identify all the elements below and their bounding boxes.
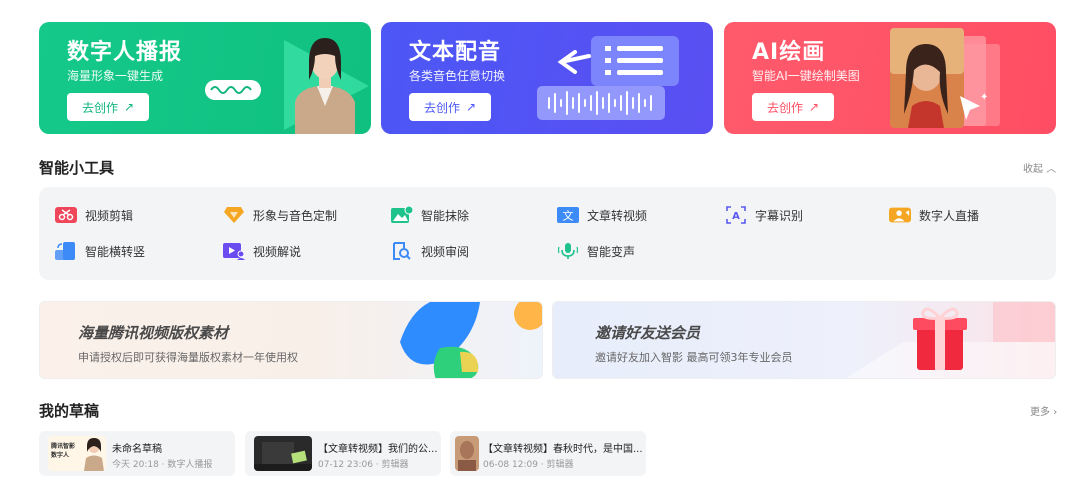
create-button[interactable]: 去创作 ↗ [752,93,834,121]
create-button-label: 去创作 [81,100,118,115]
copyright-material-banner[interactable]: 海量腾讯视频版权素材 申请授权后即可获得海量版权素材一年使用权 [39,301,543,379]
tools-panel: 视频剪辑 形象与音色定制 智能抹除 文 文章转视频 A 字幕识别 数字人直播 智… [39,187,1056,280]
svg-text:文: 文 [563,209,574,223]
ai-portrait-illustration: ✦ [890,28,1000,128]
svg-text:✦: ✦ [980,92,988,103]
card-subtitle: 智能AI一键绘制美图 [752,69,860,83]
card-title: 文本配音 [409,40,502,65]
gift-box-decoration [846,302,1055,378]
draft-title: 【文章转视频】春秋时代，是中国... [483,444,643,455]
tool-avatar-voice-custom[interactable]: 形象与音色定制 [223,206,337,224]
card-title: AI绘画 [752,40,826,65]
text-dubbing-card[interactable]: 文本配音 各类音色任意切换 去创作 ↗ [381,22,713,134]
create-button-label: 去创作 [766,100,803,115]
card-subtitle: 各类音色任意切换 [409,69,506,83]
tool-label: 视频解说 [253,244,302,259]
banner-title: 海量腾讯视频版权素材 [78,324,229,342]
tool-label: 智能抹除 [421,208,470,223]
draft-thumbnail [254,436,312,471]
tool-subtitle-recognition[interactable]: A 字幕识别 [725,206,803,224]
draft-thumbnail-text: 腾讯智影数字人 [51,443,76,459]
draft-card[interactable]: 腾讯智影数字人 未命名草稿 今天 20:18 · 数字人播报 [39,431,235,476]
tool-digital-human-live[interactable]: 数字人直播 [889,206,979,224]
arrow-up-right-icon: ↗ [808,100,820,114]
draft-title: 【文章转视频】我们的公... [318,444,438,455]
tool-video-review[interactable]: 视频审阅 [391,242,469,260]
more-link[interactable]: 更多 › [1030,403,1057,418]
presenter-illustration [205,38,369,134]
draft-thumbnail: 腾讯智影数字人 [48,436,106,471]
drafts-section-title: 我的草稿 [39,402,100,420]
search-review-icon [391,242,413,260]
tools-section-title: 智能小工具 [39,159,115,177]
tool-label: 形象与音色定制 [253,208,338,223]
tool-label: 视频剪辑 [85,208,134,223]
tool-label: 智能横转竖 [85,244,146,259]
draft-card[interactable]: 【文章转视频】我们的公... 07-12 23:06 · 剪辑器 [245,431,441,476]
chevron-right-icon: › [1053,407,1058,418]
collapse-button[interactable]: 收起 ︿ [1023,160,1056,175]
banner-title: 邀请好友送会员 [595,324,701,342]
tool-video-narration[interactable]: 视频解说 [223,242,301,260]
tool-label: 字幕识别 [755,208,804,223]
subtitle-scan-icon: A [725,206,747,224]
live-avatar-icon [889,206,911,224]
create-button[interactable]: 去创作 ↗ [409,93,491,121]
tool-landscape-to-portrait[interactable]: 智能横转竖 [55,242,145,260]
banner-subtitle: 申请授权后即可获得海量版权素材一年使用权 [78,351,298,364]
tool-label: 文章转视频 [587,208,648,223]
card-title: 数字人播报 [67,40,183,65]
ai-painting-card[interactable]: AI绘画 智能AI一键绘制美图 去创作 ↗ ✦ [724,22,1056,134]
chevron-up-icon: ︿ [1046,164,1057,175]
draft-meta: 07-12 23:06 · 剪辑器 [318,460,409,470]
svg-text:A: A [732,211,740,222]
text-to-audio-illustration [537,36,679,120]
tool-label: 数字人直播 [919,208,980,223]
arrow-up-right-icon: ↗ [465,100,477,114]
card-subtitle: 海量形象一键生成 [67,69,164,83]
create-button-label: 去创作 [423,100,460,115]
invite-friends-banner[interactable]: 邀请好友送会员 邀请好友加入智影 最高可领3年专业会员 [552,301,1056,379]
draft-thumbnail [455,436,479,471]
banner-subtitle: 邀请好友加入智影 最高可领3年专业会员 [595,351,793,364]
draft-meta: 06-08 12:09 · 剪辑器 [483,460,574,470]
diamond-icon [223,206,245,224]
colorful-shapes-decoration [400,302,542,378]
tool-smart-erase[interactable]: 智能抹除 [391,206,469,224]
draft-card[interactable]: 【文章转视频】春秋时代，是中国... 06-08 12:09 · 剪辑器 [450,431,646,476]
arrow-up-right-icon: ↗ [123,100,135,114]
image-erase-icon [391,206,413,224]
collapse-label: 收起 [1023,164,1043,175]
text-document-icon: 文 [557,206,579,224]
draft-title: 未命名草稿 [112,444,162,455]
tool-voice-changer[interactable]: 智能变声 [557,242,635,260]
more-label: 更多 [1030,407,1050,418]
tool-video-edit[interactable]: 视频剪辑 [55,206,133,224]
tool-article-to-video[interactable]: 文 文章转视频 [557,206,647,224]
microphone-icon [557,242,579,260]
tool-label: 视频审阅 [421,244,470,259]
create-button[interactable]: 去创作 ↗ [67,93,149,121]
scissors-icon [55,206,77,224]
rotate-screen-icon [55,242,77,260]
video-narration-icon [223,242,245,260]
digital-human-card[interactable]: 数字人播报 海量形象一键生成 去创作 ↗ [39,22,371,134]
draft-meta: 今天 20:18 · 数字人播报 [112,460,213,470]
tool-label: 智能变声 [587,244,636,259]
